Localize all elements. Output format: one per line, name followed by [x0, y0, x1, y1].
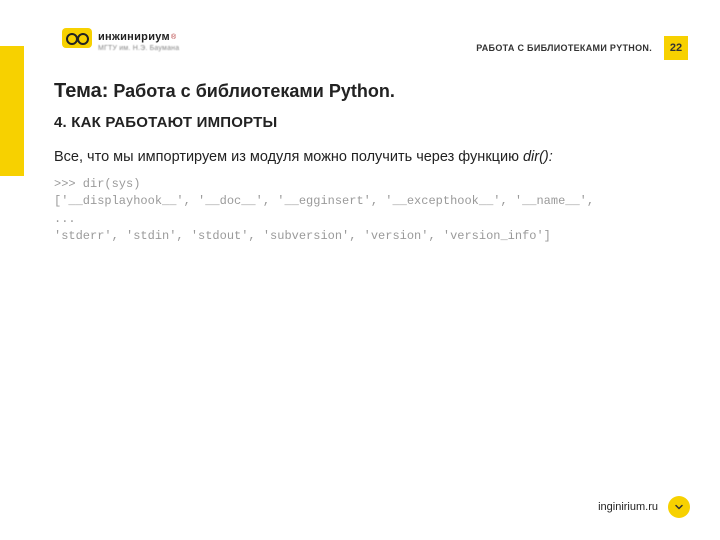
course-title: РАБОТА С БИБЛИОТЕКАМИ PYTHON.: [476, 43, 652, 53]
page-number-badge: 22: [664, 36, 688, 60]
footer: inginirium.ru: [598, 496, 690, 518]
header-right: РАБОТА С БИБЛИОТЕКАМИ PYTHON. 22: [476, 36, 688, 60]
topic-lead: Тема:: [54, 80, 108, 102]
code-block: >>> dir(sys) ['__displayhook__', '__doc_…: [54, 176, 670, 246]
code-line-3: ...: [54, 212, 76, 226]
logo-registered-icon: ®: [171, 34, 176, 41]
logo-subtitle: МГТУ им. Н.Э. Баумана: [98, 45, 179, 52]
logo: инжинириум® МГТУ им. Н.Э. Баумана: [62, 28, 179, 52]
chevron-down-icon: [673, 501, 685, 513]
logo-text: инжинириум® МГТУ им. Н.Э. Баумана: [98, 28, 179, 52]
body-text-em: dir():: [523, 149, 553, 165]
logo-owl-icon: [62, 28, 92, 48]
code-line-2: ['__displayhook__', '__doc__', '__eggins…: [54, 194, 594, 208]
logo-title: инжинириум: [98, 31, 170, 43]
body-text: Все, что мы импортируем из модуля можно …: [54, 148, 670, 168]
body-text-main: Все, что мы импортируем из модуля можно …: [54, 149, 523, 165]
topic-rest: Работа с библиотеками Python.: [108, 81, 394, 101]
next-button[interactable]: [668, 496, 690, 518]
code-line-4: 'stderr', 'stdin', 'stdout', 'subversion…: [54, 229, 551, 243]
footer-site: inginirium.ru: [598, 501, 658, 513]
code-line-1: >>> dir(sys): [54, 177, 140, 191]
slide: инжинириум® МГТУ им. Н.Э. Баумана РАБОТА…: [0, 0, 720, 540]
topic-line: Тема: Работа с библиотеками Python.: [54, 80, 395, 103]
header: инжинириум® МГТУ им. Н.Э. Баумана РАБОТА…: [0, 28, 720, 68]
section-heading: 4. КАК РАБОТАЮТ ИМПОРТЫ: [54, 114, 277, 131]
